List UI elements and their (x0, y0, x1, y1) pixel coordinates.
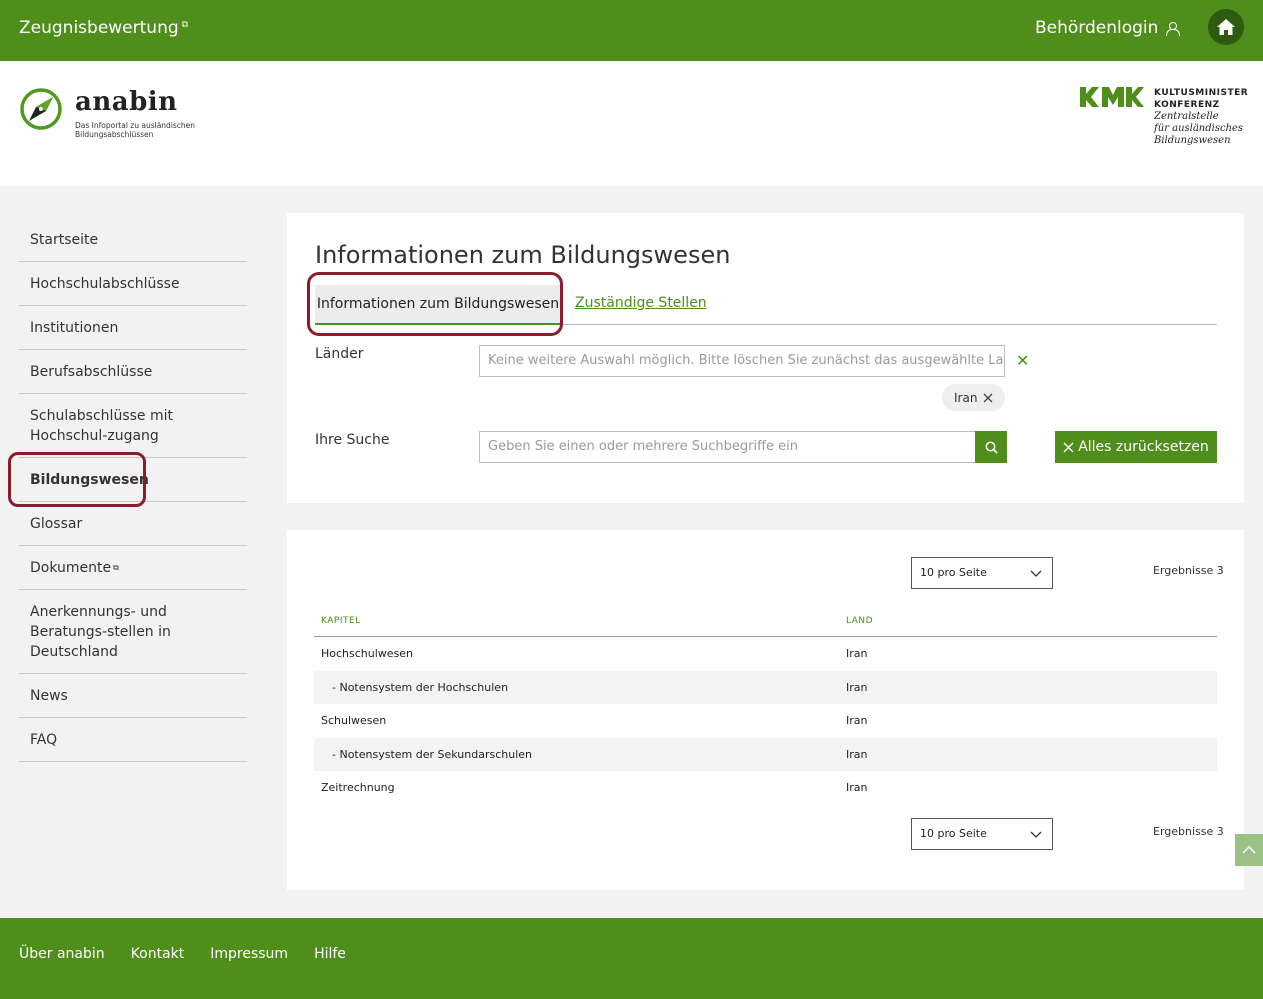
sidebar-item-news[interactable]: News (19, 674, 247, 718)
reset-all-button[interactable]: Alles zurücksetzen (1055, 431, 1217, 463)
reset-all-label: Alles zurücksetzen (1078, 439, 1209, 455)
tab-bar: Informationen zum Bildungswesen Zuständi… (315, 281, 1217, 325)
table-row[interactable]: - Notensystem der Sekundarschulen Iran (314, 737, 1217, 772)
footer-link-kontakt[interactable]: Kontakt (131, 946, 185, 962)
kmk-line4: für ausländisches (1154, 123, 1244, 134)
cell-kapitel[interactable]: - Notensystem der Sekundarschulen (332, 748, 532, 761)
country-chip-label: Iran (954, 390, 978, 405)
cell-land: Iran (846, 714, 868, 728)
table-header: KAPITEL LAND (314, 606, 1217, 637)
suche-label: Ihre Suche (315, 432, 390, 448)
logo-name: anabin (75, 87, 178, 117)
behoerdenlogin-link[interactable]: Behördenlogin (1035, 18, 1181, 38)
search-button[interactable] (975, 431, 1007, 463)
table-row[interactable]: Hochschulwesen Iran (314, 637, 1217, 671)
kmk-logo[interactable]: KULTUSMINISTER KONFERENZ Zentralstelle f… (1080, 87, 1248, 147)
results-card: 10 pro Seite Ergebnisse 3 KAPITEL LAND H… (287, 530, 1244, 890)
sidebar-item-bildungswesen[interactable]: Bildungswesen (19, 458, 247, 502)
footer-link-ueber-anabin[interactable]: Über anabin (19, 946, 105, 962)
table-row[interactable]: Zeitrechnung Iran (314, 771, 1217, 805)
search-card: Informationen zum Bildungswesen Informat… (287, 213, 1244, 503)
sidebar-item-schulabschluesse[interactable]: Schulabschlüsse mit Hochschul-zugang (19, 394, 247, 458)
per-page-value: 10 pro Seite (920, 566, 987, 579)
search-input[interactable]: Geben Sie einen oder mehrere Suchbegriff… (479, 431, 976, 463)
sidebar-item-institutionen[interactable]: Institutionen (19, 306, 247, 350)
remove-chip-icon[interactable] (983, 393, 993, 403)
column-kapitel[interactable]: KAPITEL (321, 616, 361, 626)
top-bar: Zeugnisbewertung ⧉ Behördenlogin (0, 0, 1263, 61)
cell-kapitel[interactable]: Hochschulwesen (321, 647, 413, 660)
clear-laender-icon[interactable]: ✕ (1016, 351, 1029, 370)
sidebar-item-startseite[interactable]: Startseite (19, 218, 247, 262)
sidebar-item-faq[interactable]: FAQ (19, 718, 247, 762)
chevron-down-icon (1030, 570, 1042, 577)
cell-land: Iran (846, 781, 868, 795)
chevron-down-icon (1030, 831, 1042, 838)
home-button[interactable] (1208, 9, 1244, 45)
behoerdenlogin-label: Behördenlogin (1035, 18, 1159, 38)
kmk-line2: KONFERENZ (1154, 100, 1220, 110)
tab-informationen[interactable]: Informationen zum Bildungswesen (315, 285, 561, 325)
site-header: anabin Das Infoportal zu ausländischen B… (0, 61, 1263, 186)
compass-logo-icon (20, 88, 62, 130)
zeugnisbewertung-link[interactable]: Zeugnisbewertung ⧉ (19, 18, 188, 38)
cell-land: Iran (846, 747, 868, 761)
cell-land: Iran (846, 647, 868, 660)
home-icon (1217, 19, 1235, 35)
sidebar-item-anerkennungsstellen[interactable]: Anerkennungs- und Beratungs-stellen in D… (19, 590, 247, 674)
results-count-top: Ergebnisse 3 (1153, 564, 1224, 577)
kmk-line1: KULTUSMINISTER (1154, 88, 1249, 98)
kmk-line5: Bildungswesen (1154, 135, 1231, 146)
laender-label: Länder (315, 346, 364, 362)
search-icon (985, 441, 998, 454)
table-row[interactable]: Schulwesen Iran (314, 704, 1217, 738)
kmk-line3: Zentralstelle (1154, 111, 1219, 122)
page-title: Informationen zum Bildungswesen (315, 241, 731, 269)
chevron-up-icon (1242, 845, 1256, 854)
sidebar-item-glossar[interactable]: Glossar (19, 502, 247, 546)
table-row[interactable]: - Notensystem der Hochschulen Iran (314, 670, 1217, 705)
external-link-icon: ⧉ (113, 563, 119, 572)
footer-link-hilfe[interactable]: Hilfe (314, 946, 346, 962)
logo-subtitle: Das Infoportal zu ausländischen Bildungs… (75, 121, 196, 139)
per-page-value: 10 pro Seite (920, 827, 987, 840)
sidebar-item-dokumente-label: Dokumente (30, 560, 112, 576)
zeugnisbewertung-label: Zeugnisbewertung (19, 18, 179, 38)
sidebar-item-berufsabschluesse[interactable]: Berufsabschlüsse (19, 350, 247, 394)
country-chip: Iran (942, 384, 1006, 411)
column-land[interactable]: LAND (846, 616, 873, 626)
cell-land: Iran (846, 680, 868, 694)
sidebar-nav: Startseite Hochschulabschlüsse Instituti… (19, 218, 247, 762)
results-table: KAPITEL LAND Hochschulwesen Iran - Noten… (314, 606, 1217, 805)
user-icon (1166, 21, 1181, 36)
sidebar-item-dokumente[interactable]: Dokumente ⧉ (19, 546, 247, 590)
kmk-mark-icon (1080, 87, 1144, 107)
cell-kapitel[interactable]: - Notensystem der Hochschulen (332, 681, 508, 694)
site-footer: Über anabin Kontakt Impressum Hilfe (0, 918, 1263, 999)
external-link-icon: ⧉ (181, 20, 189, 30)
tab-zustaendige-stellen[interactable]: Zuständige Stellen (575, 295, 707, 311)
laender-input[interactable]: Keine weitere Auswahl möglich. Bitte lös… (479, 345, 1005, 377)
close-icon (1063, 442, 1074, 452)
footer-link-impressum[interactable]: Impressum (210, 946, 288, 962)
anabin-logo[interactable]: anabin Das Infoportal zu ausländischen B… (19, 87, 205, 139)
per-page-select-bottom[interactable]: 10 pro Seite (911, 818, 1053, 850)
cell-kapitel[interactable]: Zeitrechnung (321, 781, 395, 794)
scroll-to-top-button[interactable] (1235, 834, 1263, 866)
results-count-bottom: Ergebnisse 3 (1153, 825, 1224, 838)
per-page-select-top[interactable]: 10 pro Seite (911, 557, 1053, 589)
cell-kapitel[interactable]: Schulwesen (321, 714, 386, 727)
sidebar-item-hochschulabschluesse[interactable]: Hochschulabschlüsse (19, 262, 247, 306)
